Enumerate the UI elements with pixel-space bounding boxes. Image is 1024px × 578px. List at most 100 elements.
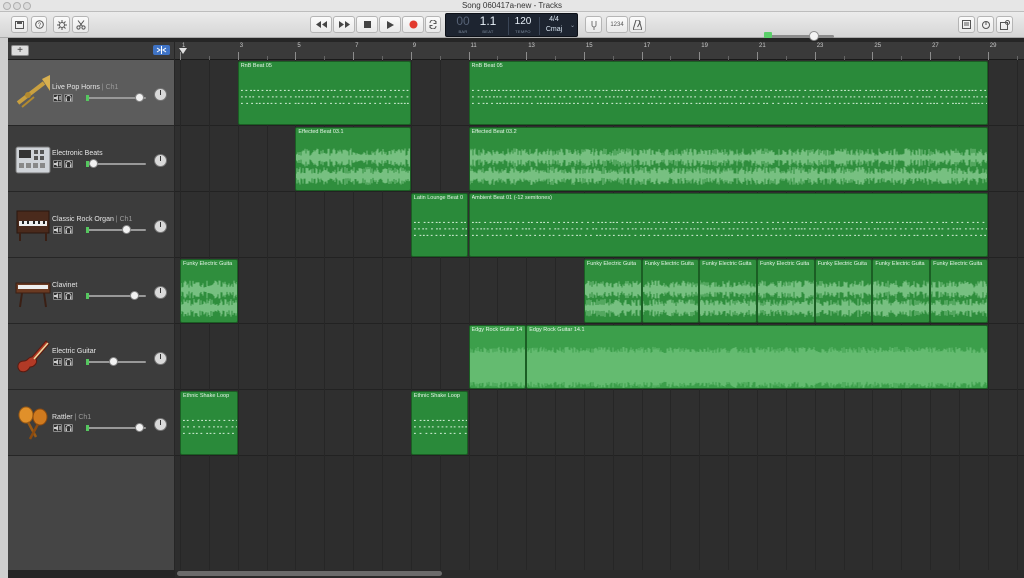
- solo-button[interactable]: [64, 292, 73, 300]
- track-name[interactable]: Electric Guitar: [52, 348, 96, 355]
- solo-button[interactable]: [64, 424, 73, 432]
- region[interactable]: Ethnic Shake Loop: [180, 391, 238, 455]
- track-header[interactable]: Classic Rock Organ | Ch1: [8, 192, 174, 258]
- track-name[interactable]: Live Pop Horns | Ch1: [52, 84, 118, 91]
- midi-note: [986, 221, 987, 223]
- pan-knob[interactable]: [154, 88, 167, 101]
- mute-button[interactable]: [53, 94, 62, 102]
- stop-button[interactable]: [356, 16, 378, 33]
- mute-button[interactable]: [53, 292, 62, 300]
- track-header[interactable]: Electronic Beats: [8, 126, 174, 192]
- region[interactable]: Funky Electric Guita: [583, 259, 642, 323]
- mute-button[interactable]: [53, 424, 62, 432]
- smart-controls-button[interactable]: [53, 16, 70, 33]
- midi-note: [765, 102, 768, 104]
- editors-button[interactable]: [72, 16, 89, 33]
- midi-note: [465, 228, 468, 230]
- midi-note: [760, 96, 762, 98]
- track-volume-slider[interactable]: [86, 93, 146, 102]
- track-volume-knob[interactable]: [135, 423, 145, 432]
- add-track-button[interactable]: +: [11, 45, 29, 56]
- midi-note: [565, 102, 567, 104]
- region[interactable]: Effected Beat 03.2: [468, 127, 988, 191]
- mute-button[interactable]: [53, 358, 62, 366]
- pan-knob[interactable]: [154, 220, 167, 233]
- notepad-button[interactable]: [958, 16, 975, 33]
- midi-note: [774, 89, 777, 91]
- region[interactable]: Funky Electric Guita: [872, 259, 931, 323]
- track-header[interactable]: Clavinet: [8, 258, 174, 324]
- tuner-button[interactable]: [585, 16, 602, 33]
- track-lane[interactable]: [175, 390, 1024, 456]
- region[interactable]: Ethnic Shake Loop: [410, 391, 469, 455]
- region[interactable]: Edgy Rock Guitar 14.1: [526, 325, 988, 389]
- region[interactable]: Edgy Rock Guitar 14: [468, 325, 527, 389]
- library-button[interactable]: [11, 16, 28, 33]
- pan-knob[interactable]: [154, 154, 167, 167]
- catch-playhead-button[interactable]: [153, 45, 170, 55]
- playhead-marker[interactable]: [179, 48, 187, 54]
- region[interactable]: Funky Electric Guita: [641, 259, 700, 323]
- track-volume-knob[interactable]: [109, 357, 119, 366]
- record-button[interactable]: [402, 16, 424, 33]
- pan-knob[interactable]: [154, 418, 167, 431]
- region[interactable]: Funky Electric Guita: [180, 259, 238, 323]
- lcd-menu-chevron-icon[interactable]: ⌄: [570, 22, 575, 29]
- region[interactable]: Funky Electric Guita: [757, 259, 815, 323]
- track-volume-knob[interactable]: [130, 291, 140, 300]
- track-name[interactable]: Classic Rock Organ | Ch1: [52, 216, 132, 223]
- midi-note: [932, 102, 935, 104]
- track-name[interactable]: Electronic Beats: [52, 150, 103, 157]
- mute-button[interactable]: [53, 160, 62, 168]
- rewind-button[interactable]: [310, 16, 332, 33]
- lcd-display[interactable]: 00 BAR 1.1 BEAT 120 TEMPO 4/4 Cmaj ⌄: [445, 13, 578, 37]
- region[interactable]: Effected Beat 03.1: [295, 127, 411, 191]
- track-name[interactable]: Rattler | Ch1: [52, 414, 91, 421]
- cycle-button[interactable]: [425, 16, 441, 33]
- timeline-ruler[interactable]: 1 3 5 7 9 11 13 15 17 19 21 23 25 27 29: [175, 42, 1024, 60]
- region[interactable]: Latin Lounge Beat 0: [410, 193, 469, 257]
- region[interactable]: Funky Electric Guita: [930, 259, 988, 323]
- region[interactable]: Funky Electric Guita: [699, 259, 757, 323]
- track-volume-slider[interactable]: [86, 291, 146, 300]
- audio-waveform: [931, 298, 987, 317]
- region[interactable]: Funky Electric Guita: [814, 259, 873, 323]
- solo-button[interactable]: [64, 358, 73, 366]
- quick-help-button[interactable]: ?: [31, 16, 47, 33]
- track-name[interactable]: Clavinet: [52, 282, 77, 289]
- track-volume-slider[interactable]: [86, 423, 146, 432]
- track-volume-slider[interactable]: [86, 225, 146, 234]
- midi-note: [612, 96, 615, 98]
- track-header[interactable]: Live Pop Horns | Ch1: [8, 60, 174, 126]
- midi-note: [461, 426, 464, 428]
- track-header[interactable]: Rattler | Ch1: [8, 390, 174, 456]
- master-volume-knob[interactable]: [809, 31, 819, 41]
- solo-button[interactable]: [64, 226, 73, 234]
- solo-button[interactable]: [64, 160, 73, 168]
- pan-knob[interactable]: [154, 352, 167, 365]
- region[interactable]: Ambient Beat 01 (-12 semitones): [468, 193, 988, 257]
- mute-button[interactable]: [53, 226, 62, 234]
- track-volume-knob[interactable]: [122, 225, 132, 234]
- media-browser-button[interactable]: [996, 16, 1013, 33]
- tracks-area[interactable]: RnB Beat 05 RnB Beat 05 Effected Beat 03.1…: [175, 60, 1024, 570]
- play-button[interactable]: [379, 16, 401, 33]
- region[interactable]: RnB Beat 05: [468, 61, 988, 125]
- horizontal-scrollbar[interactable]: [175, 570, 1024, 578]
- midi-note: [516, 89, 519, 91]
- metronome-button[interactable]: [629, 16, 646, 33]
- track-volume-knob[interactable]: [88, 159, 98, 168]
- region[interactable]: RnB Beat 05: [237, 61, 411, 125]
- solo-button[interactable]: [64, 94, 73, 102]
- track-volume-knob[interactable]: [135, 93, 145, 102]
- horizontal-scroll-thumb[interactable]: [177, 571, 442, 576]
- track-volume-slider[interactable]: [86, 159, 146, 168]
- loop-browser-button[interactable]: [977, 16, 994, 33]
- midi-note: [366, 89, 369, 91]
- master-volume-slider[interactable]: [764, 35, 834, 38]
- track-volume-slider[interactable]: [86, 357, 146, 366]
- track-header[interactable]: Electric Guitar: [8, 324, 174, 390]
- count-in-button[interactable]: 1234: [606, 16, 628, 33]
- pan-knob[interactable]: [154, 286, 167, 299]
- fast-forward-button[interactable]: [333, 16, 355, 33]
